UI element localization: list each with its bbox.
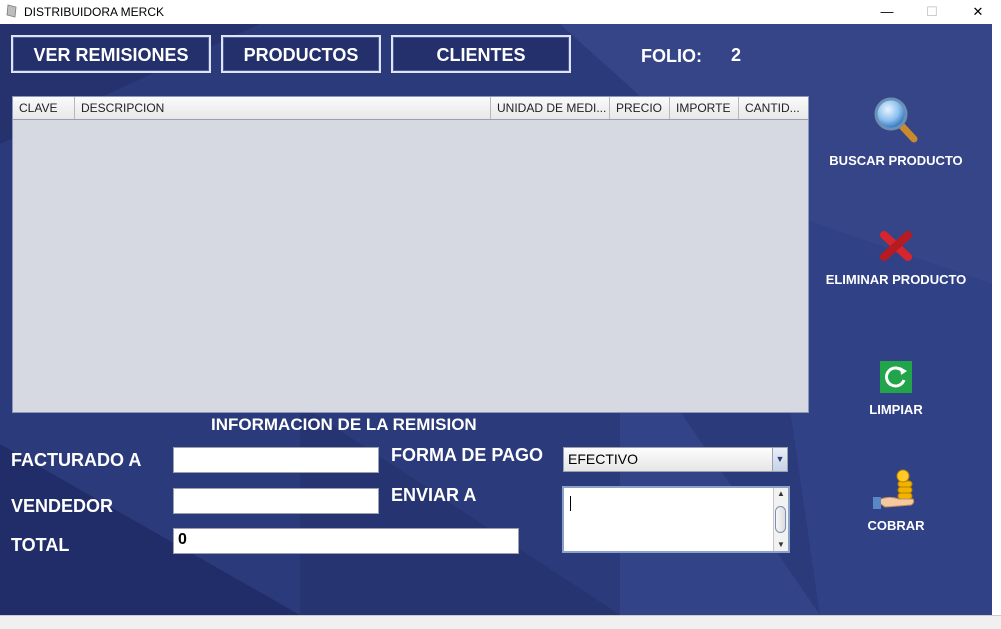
facturado-label: FACTURADO A <box>11 450 142 470</box>
text-caret <box>570 496 571 511</box>
coins-hand-icon <box>873 469 915 509</box>
section-title: INFORMACION DE LA REMISION <box>211 415 477 434</box>
forma-pago-select[interactable]: EFECTIVO ▼ <box>563 447 788 472</box>
vendedor-input[interactable] <box>173 488 379 514</box>
column-header-unidad[interactable]: UNIDAD DE MEDI... <box>491 97 610 119</box>
facturado-input[interactable] <box>173 447 379 473</box>
table-header: CLAVE DESCRIPCION UNIDAD DE MEDI... PREC… <box>13 97 808 120</box>
ver-remisiones-button[interactable]: VER REMISIONES <box>11 35 211 73</box>
cobrar-button[interactable]: COBRAR <box>816 467 976 533</box>
cobrar-label: COBRAR <box>867 518 925 533</box>
title-bar: DISTRIBUIDORA MERCK — ☐ ✕ <box>0 0 1001 24</box>
maximize-button[interactable]: ☐ <box>909 0 955 24</box>
column-header-clave[interactable]: CLAVE <box>13 97 75 119</box>
scroll-down-icon[interactable]: ▼ <box>774 539 788 551</box>
window-edge <box>992 24 1001 628</box>
main-panel: VER REMISIONES PRODUCTOS CLIENTES FOLIO:… <box>0 24 992 615</box>
textarea-scrollbar[interactable]: ▲ ▼ <box>773 488 788 551</box>
column-header-descripcion[interactable]: DESCRIPCION <box>75 97 491 119</box>
limpiar-label: LIMPIAR <box>869 402 923 417</box>
column-header-cantidad[interactable]: CANTID... <box>739 97 808 119</box>
buscar-producto-label: BUSCAR PRODUCTO <box>829 153 963 168</box>
buscar-producto-button[interactable]: BUSCAR PRODUCTO <box>816 96 976 168</box>
enviar-label: ENVIAR A <box>391 485 477 505</box>
column-header-precio[interactable]: PRECIO <box>610 97 670 119</box>
products-table[interactable]: CLAVE DESCRIPCION UNIDAD DE MEDI... PREC… <box>12 96 809 413</box>
chevron-down-icon[interactable]: ▼ <box>772 448 787 471</box>
taskbar-strip <box>0 615 1001 629</box>
refresh-icon <box>880 361 912 393</box>
window-title: DISTRIBUIDORA MERCK <box>24 5 165 19</box>
minimize-button[interactable]: — <box>864 0 910 24</box>
enviar-textarea[interactable]: ▲ ▼ <box>562 486 790 553</box>
total-label: TOTAL <box>11 535 70 555</box>
total-field[interactable]: 0 <box>173 528 519 554</box>
productos-button[interactable]: PRODUCTOS <box>221 35 381 73</box>
scroll-thumb[interactable] <box>775 506 786 533</box>
red-x-icon <box>880 231 912 261</box>
magnifier-icon <box>874 97 918 143</box>
forma-pago-label: FORMA DE PAGO <box>391 445 543 465</box>
folio-value: 2 <box>731 45 742 65</box>
column-header-importe[interactable]: IMPORTE <box>670 97 739 119</box>
close-button[interactable]: ✕ <box>955 0 1001 24</box>
folio-label: FOLIO: <box>641 46 702 66</box>
scroll-up-icon[interactable]: ▲ <box>774 488 788 500</box>
forma-pago-value: EFECTIVO <box>568 451 639 467</box>
limpiar-button[interactable]: LIMPIAR <box>816 361 976 417</box>
vendedor-label: VENDEDOR <box>11 496 114 516</box>
eliminar-producto-label: ELIMINAR PRODUCTO <box>825 272 967 287</box>
app-icon <box>6 4 17 18</box>
clientes-button[interactable]: CLIENTES <box>391 35 571 73</box>
eliminar-producto-button[interactable]: ELIMINAR PRODUCTO <box>816 229 976 287</box>
